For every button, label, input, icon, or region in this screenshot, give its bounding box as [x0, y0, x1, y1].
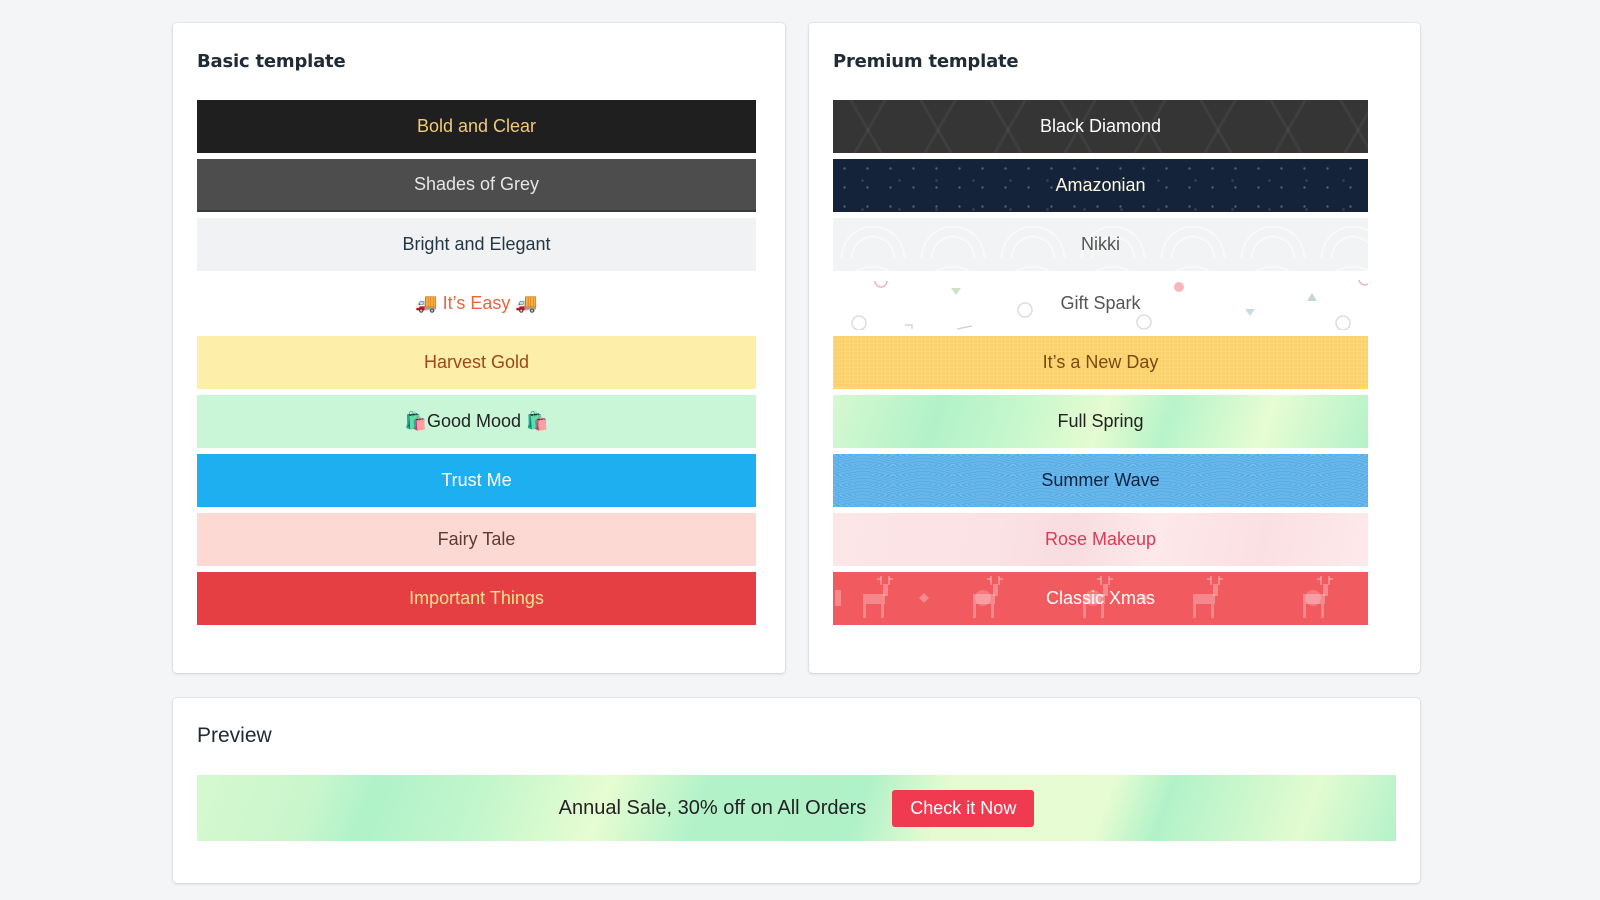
template-option-important-things[interactable]: Important Things — [197, 572, 756, 625]
template-option-classic-xmas[interactable]: Classic Xmas — [833, 572, 1368, 625]
template-label: Fairy Tale — [437, 529, 516, 549]
template-label: 🛍️Good Mood 🛍️ — [404, 411, 549, 431]
premium-template-card: Premium template Black Diamond Amazonian… — [809, 23, 1420, 673]
preview-banner: Annual Sale, 30% off on All Orders Check… — [197, 775, 1396, 841]
template-option-bright-and-elegant[interactable]: Bright and Elegant — [197, 218, 756, 271]
template-label: Rose Makeup — [1044, 529, 1157, 549]
template-option-shades-of-grey[interactable]: Shades of Grey — [197, 159, 756, 212]
template-option-full-spring[interactable]: Full Spring — [833, 395, 1368, 448]
template-option-gift-spark[interactable]: Gift Spark — [833, 277, 1368, 330]
template-option-black-diamond[interactable]: Black Diamond — [833, 100, 1368, 153]
template-label: Nikki — [1081, 234, 1120, 254]
template-label: It’s a New Day — [1042, 352, 1159, 372]
template-label: Bright and Elegant — [402, 234, 551, 254]
preview-card: Preview Annual Sale, 30% off on All Orde… — [173, 698, 1420, 883]
template-label: Gift Spark — [1060, 293, 1141, 313]
template-label: Harvest Gold — [423, 352, 530, 372]
preview-title: Preview — [197, 724, 272, 747]
template-option-good-mood[interactable]: 🛍️Good Mood 🛍️ — [197, 395, 756, 448]
template-option-bold-and-clear[interactable]: Bold and Clear — [197, 100, 756, 153]
premium-template-title: Premium template — [833, 51, 1019, 72]
template-option-nikki[interactable]: Nikki — [833, 218, 1368, 271]
template-option-rose-makeup[interactable]: Rose Makeup — [833, 513, 1368, 566]
template-option-its-a-new-day[interactable]: It’s a New Day — [833, 336, 1368, 389]
premium-template-list: Black Diamond Amazonian Nikki Gift Spark… — [833, 100, 1368, 631]
template-label: Amazonian — [1055, 175, 1146, 195]
template-label: Summer Wave — [1041, 470, 1160, 490]
template-option-trust-me[interactable]: Trust Me — [197, 454, 756, 507]
template-option-fairy-tale[interactable]: Fairy Tale — [197, 513, 756, 566]
template-option-harvest-gold[interactable]: Harvest Gold — [197, 336, 756, 389]
preview-message: Annual Sale, 30% off on All Orders — [558, 796, 867, 819]
template-label: Black Diamond — [1039, 116, 1162, 136]
template-label: Important Things — [409, 588, 544, 608]
template-label: 🚚 It’s Easy 🚚 — [415, 293, 538, 313]
template-label: Bold and Clear — [416, 116, 537, 136]
template-label: Trust Me — [441, 470, 512, 490]
template-option-amazonian[interactable]: Amazonian — [833, 159, 1368, 212]
basic-template-card: Basic template Bold and Clear Shades of … — [173, 23, 785, 673]
basic-template-list: Bold and Clear Shades of Grey Bright and… — [197, 100, 756, 631]
template-option-its-easy[interactable]: 🚚 It’s Easy 🚚 — [197, 277, 756, 330]
basic-template-title: Basic template — [197, 51, 346, 72]
template-label: Shades of Grey — [413, 174, 540, 194]
template-option-summer-wave[interactable]: Summer Wave — [833, 454, 1368, 507]
template-label: Full Spring — [1057, 411, 1144, 431]
template-label: Classic Xmas — [1045, 588, 1156, 608]
check-it-now-button[interactable]: Check it Now — [892, 789, 1035, 827]
